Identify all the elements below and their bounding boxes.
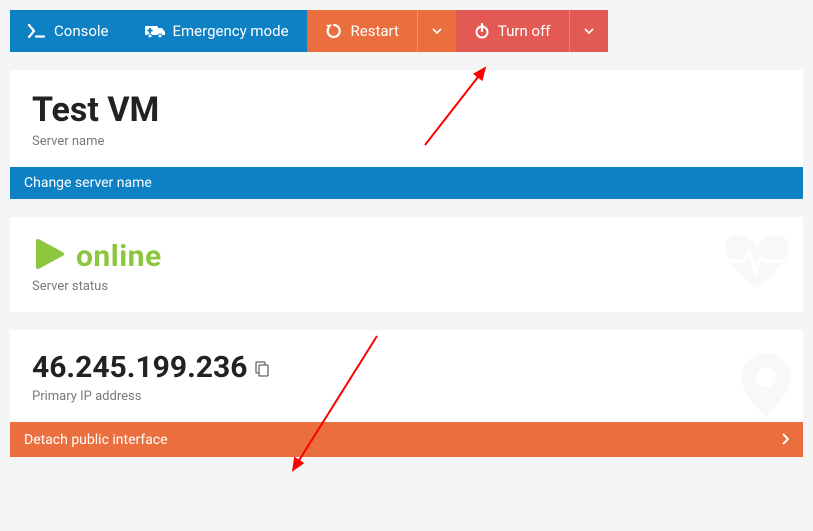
status-card: online Server status [10,217,803,312]
detach-label: Detach public interface [24,432,168,448]
console-button[interactable]: Console [10,10,127,52]
restart-label: Restart [351,22,399,40]
play-icon [32,237,66,275]
chevron-down-icon [432,28,442,34]
toolbar: Console Emergency mode Restart Turn off [10,10,803,52]
restart-icon [325,22,343,40]
detach-interface-action[interactable]: Detach public interface [10,422,803,457]
terminal-icon [28,24,46,38]
change-name-action[interactable]: Change server name [10,167,803,199]
ip-card: 46.245.199.236 Primary IP address Detach… [10,330,803,457]
status-sub: Server status [32,279,781,294]
chevron-right-icon [781,430,789,449]
turnoff-caret[interactable] [569,10,608,52]
console-label: Console [54,22,109,40]
chevron-down-icon [584,28,594,34]
turnoff-label: Turn off [498,22,551,40]
server-name-sub: Server name [32,134,781,149]
heartbeat-icon [723,233,791,297]
turnoff-button[interactable]: Turn off [456,10,608,52]
status-text: online [76,239,162,274]
server-name-card: Test VM Server name Change server name [10,70,803,199]
restart-caret[interactable] [417,10,456,52]
server-name: Test VM [32,90,781,130]
ambulance-icon [145,24,165,38]
ip-address: 46.245.199.236 [32,350,247,385]
restart-button[interactable]: Restart [307,10,456,52]
power-icon [474,23,490,39]
emergency-label: Emergency mode [173,22,289,40]
pin-icon [741,353,791,421]
copy-icon[interactable] [255,361,269,381]
ip-sub: Primary IP address [32,389,781,404]
change-name-label: Change server name [24,175,152,191]
emergency-button[interactable]: Emergency mode [127,10,307,52]
